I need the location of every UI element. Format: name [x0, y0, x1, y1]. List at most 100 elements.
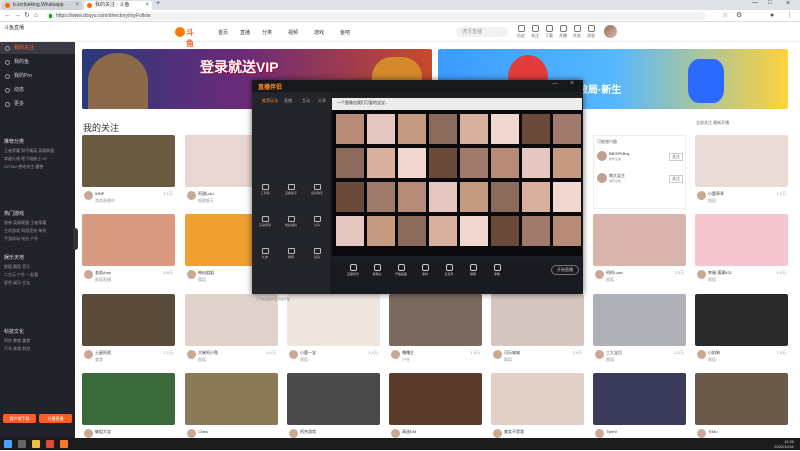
- stream-card[interactable]: 小鹿乖乖 1.2万 颜值: [695, 135, 788, 213]
- sidebar-category-row[interactable]: 科技 教育 美食: [4, 338, 72, 344]
- close-icon[interactable]: ×: [570, 80, 574, 87]
- menu-icon[interactable]: ⋮: [786, 11, 793, 21]
- streamer-name[interactable]: 高迪DM: [402, 429, 457, 435]
- mic-button[interactable]: 麦克风: [440, 264, 458, 276]
- url-field[interactable]: https://www.douyu.com/directory/myFollow: [46, 12, 706, 20]
- streamer-name[interactable]: 可乐喵喵: [504, 350, 559, 356]
- streamer-name[interactable]: 幸福 满满521: [708, 270, 763, 276]
- recommend-row[interactable]: 南大吴主 推荐主播 关注: [597, 172, 683, 186]
- stream-thumbnail[interactable]: [593, 214, 686, 266]
- nav-video[interactable]: 视频: [288, 29, 298, 36]
- stream-card[interactable]: 土豪阿斌 2.1万 美食: [82, 294, 175, 372]
- streamer-name[interactable]: 御姐大宝: [95, 429, 150, 435]
- close-icon[interactable]: ×: [145, 1, 149, 10]
- stream-thumbnail[interactable]: [593, 294, 686, 346]
- go-live-button[interactable]: 开始直播: [551, 265, 579, 275]
- nav-game[interactable]: 游戏: [314, 29, 324, 36]
- stream-card[interactable]: 嘎嘎主 1.5万 户外: [389, 294, 482, 372]
- nav-home[interactable]: 首页: [218, 29, 228, 36]
- streamer-name[interactable]: 阿杰游戏: [300, 429, 355, 435]
- stream-thumbnail[interactable]: [287, 294, 380, 346]
- sidebar-category-row[interactable]: 二次元 户外 一起看: [4, 272, 72, 278]
- download-client-button[interactable]: 客户端下载: [3, 414, 36, 423]
- sort-control[interactable]: 全部关注 最新开播: [696, 120, 729, 126]
- streamer-name[interactable]: 若若Amy: [95, 270, 150, 276]
- streamer-name[interactable]: CNeu: [198, 429, 253, 434]
- reload-icon[interactable]: ↻: [24, 11, 30, 21]
- windows-start-icon[interactable]: [4, 440, 12, 448]
- start-live-button[interactable]: 开播直播: [39, 414, 72, 423]
- back-icon[interactable]: ←: [4, 11, 11, 21]
- site-logo[interactable]: 斗鱼: [175, 26, 201, 48]
- app-tab-share[interactable]: 分享: [318, 98, 326, 104]
- tool-button[interactable]: 直播助手: [280, 184, 302, 195]
- sidebar-category-row[interactable]: 穿越火线 地下城勇士 CF: [4, 156, 72, 162]
- tool-button[interactable]: 粉丝福利: [280, 216, 302, 227]
- streamer-name[interactable]: 三九宝贝: [606, 350, 661, 356]
- search-input[interactable]: 虎牙直播: [456, 27, 508, 37]
- stream-thumbnail[interactable]: [593, 373, 686, 425]
- camera-button[interactable]: 摄像头: [368, 264, 386, 276]
- forward-icon[interactable]: →: [14, 11, 21, 21]
- stream-card[interactable]: 小鹿一宝 4.4万 颜值: [287, 294, 380, 372]
- tool-button[interactable]: 道具: [306, 248, 328, 259]
- sidebar-category-row[interactable]: DOTA2 绝地求生 魔兽: [4, 164, 72, 170]
- recommend-row[interactable]: BBGPKBoy 推荐主播 关注: [597, 150, 683, 164]
- stream-thumbnail[interactable]: [82, 135, 175, 187]
- stream-card[interactable]: 可乐喵喵 3.9万 舞蹈: [491, 294, 584, 372]
- sidebar-category-row[interactable]: 颜值 舞蹈 音乐: [4, 264, 72, 270]
- live-preview[interactable]: 一个图像由我们可爱的宝宝...: [332, 98, 582, 256]
- material-button[interactable]: 素材: [416, 264, 434, 276]
- app-tab-recommend[interactable]: 推荐玩法: [262, 98, 278, 104]
- stream-card[interactable]: 大碗阿小兔 6.1万 颜值: [185, 294, 278, 372]
- streamer-name[interactable]: 阿甜Lulu: [198, 191, 253, 197]
- stream-thumbnail[interactable]: [491, 294, 584, 346]
- search-icon[interactable]: [18, 440, 26, 448]
- stream-thumbnail[interactable]: [695, 294, 788, 346]
- header-task-button[interactable]: 任务: [570, 25, 584, 39]
- streamer-name[interactable]: WNP: [95, 191, 150, 196]
- header-download-button[interactable]: 下载: [542, 25, 556, 39]
- app-titlebar[interactable]: 直播伴侣 — ×: [252, 80, 583, 92]
- sidebar-category-row[interactable]: 原神 英雄联盟 王者荣耀: [4, 220, 72, 226]
- header-follow-button[interactable]: 关注: [528, 25, 542, 39]
- sidebar-item-pro[interactable]: 我的Pro: [0, 70, 75, 82]
- sidebar-item-fish[interactable]: 我的鱼: [0, 56, 75, 68]
- stream-thumbnail[interactable]: [389, 294, 482, 346]
- streamer-name[interactable]: 小鹿一宝: [300, 350, 355, 356]
- streamer-name[interactable]: 神仙姐姐: [198, 270, 253, 276]
- sidebar-category-row[interactable]: 主机游戏 网游竞技 单机: [4, 228, 72, 234]
- streamer-name[interactable]: 大碗阿小兔: [198, 350, 253, 356]
- stream-card[interactable]: 幸福 满满521 5.5万 颜值: [695, 214, 788, 292]
- stream-thumbnail[interactable]: [82, 294, 175, 346]
- maximize-icon[interactable]: □: [768, 0, 772, 6]
- sidebar-category-row[interactable]: 手游休闲 电台 户外: [4, 236, 72, 242]
- user-avatar[interactable]: [604, 25, 617, 38]
- close-icon[interactable]: ×: [75, 1, 79, 10]
- stream-thumbnail[interactable]: [185, 373, 278, 425]
- header-live-button[interactable]: 开播: [556, 25, 570, 39]
- stream-thumbnail[interactable]: [695, 135, 788, 187]
- streamer-name[interactable]: 小鹿乖乖: [708, 191, 763, 197]
- minimize-icon[interactable]: —: [552, 81, 558, 87]
- scene-button[interactable]: 直播场景: [344, 264, 362, 276]
- stream-thumbnail[interactable]: [389, 373, 482, 425]
- home-icon[interactable]: ⌂: [34, 11, 38, 21]
- sidebar-item-more[interactable]: 更多: [0, 98, 75, 110]
- stream-thumbnail[interactable]: [82, 373, 175, 425]
- app-tab-live[interactable]: 直播: [284, 98, 292, 104]
- chrome-icon[interactable]: [46, 440, 54, 448]
- minimize-icon[interactable]: —: [752, 0, 758, 6]
- screen-button[interactable]: 开始画面: [392, 264, 410, 276]
- follow-button[interactable]: 关注: [669, 153, 683, 161]
- stream-card[interactable]: 小奶狗 7.0万 颜值: [695, 294, 788, 372]
- record-button[interactable]: 录像: [488, 264, 506, 276]
- streamer-name[interactable]: 嘎嘎主: [402, 350, 457, 356]
- streamer-name[interactable]: Tyler0: [606, 429, 661, 434]
- streamer-name[interactable]: 美女不是我: [504, 429, 559, 435]
- danmaku-button[interactable]: 弹幕: [464, 264, 482, 276]
- header-message-button[interactable]: 消息: [584, 25, 598, 39]
- streamer-name[interactable]: 柯柯Luke: [606, 270, 661, 276]
- stream-thumbnail[interactable]: [695, 373, 788, 425]
- stream-thumbnail[interactable]: [491, 373, 584, 425]
